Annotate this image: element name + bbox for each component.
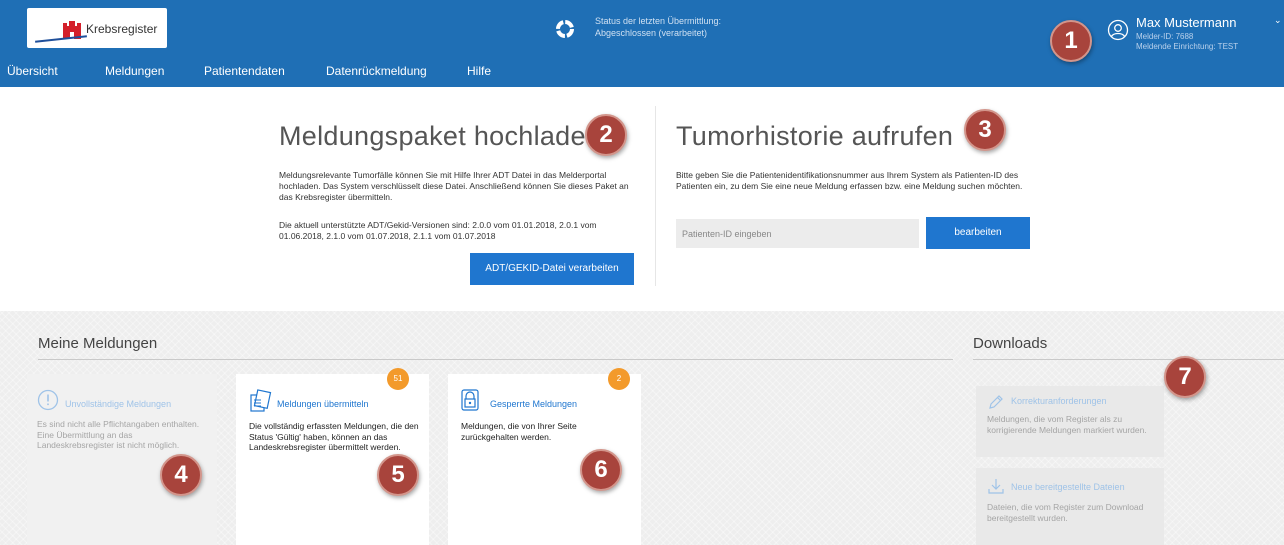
- patient-id-input[interactable]: [676, 219, 919, 248]
- nav-datenrueckmeldung[interactable]: Datenrückmeldung: [326, 64, 427, 78]
- correction-requests-title: Korrekturanforderungen: [1011, 396, 1107, 406]
- user-name: Max Mustermann: [1136, 15, 1237, 30]
- locked-count-badge: 2: [608, 368, 630, 390]
- card-incomplete-title: Unvollständige Meldungen: [65, 399, 172, 409]
- melder-id: Melder-ID: 7688: [1136, 32, 1194, 41]
- card-transmit-text: Die vollständig erfassten Meldungen, die…: [249, 421, 419, 452]
- nav-hilfe[interactable]: Hilfe: [467, 64, 491, 78]
- callout-badge-4: 4: [160, 454, 202, 496]
- card-transmit-title: Meldungen übermitteln: [277, 399, 369, 409]
- logo[interactable]: Krebsregister: [27, 8, 167, 48]
- tumor-history-description: Bitte geben Sie die Patientenidentifikat…: [676, 170, 1023, 191]
- nav-meldungen[interactable]: Meldungen: [105, 64, 164, 78]
- callout-badge-7: 7: [1164, 356, 1206, 398]
- downloads-title: Downloads: [973, 335, 1048, 352]
- status-label: Status der letzten Übermittlung:: [595, 16, 722, 26]
- nav-uebersicht[interactable]: Übersicht: [7, 64, 58, 78]
- card-new-files[interactable]: Neue bereitgestellte Dateien Dateien, di…: [976, 468, 1164, 545]
- upload-title: Meldungspaket hochladen: [279, 121, 602, 151]
- callout-badge-5: 5: [377, 454, 419, 496]
- callout-badge-3: 3: [964, 109, 1006, 151]
- lock-icon: [461, 389, 479, 411]
- correction-requests-text: Meldungen, die vom Register als zu korri…: [987, 414, 1147, 435]
- user-menu[interactable]: Max Mustermann Melder-ID: 7688 Meldende …: [1107, 13, 1284, 63]
- pencil-icon: [989, 395, 1003, 409]
- edit-button[interactable]: bearbeiten: [926, 217, 1030, 249]
- exclamation-circle-icon: [37, 389, 59, 411]
- upload-description: Meldungsrelevante Tumorfälle können Sie …: [279, 170, 629, 202]
- sync-status-icon: [556, 20, 574, 38]
- downloads-underline: [973, 359, 1284, 360]
- nav-patientendaten[interactable]: Patientendaten: [204, 64, 285, 78]
- my-reports-title: Meine Meldungen: [38, 335, 158, 352]
- section-divider: [655, 106, 656, 286]
- chevron-down-icon[interactable]: ⌄: [1274, 15, 1282, 26]
- lower-section: Meine Meldungen Downloads Unvollständige…: [0, 311, 1284, 545]
- transmit-count-badge: 51: [387, 368, 409, 390]
- download-icon: [988, 479, 1004, 494]
- card-locked-text: Meldungen, die von Ihrer Seite zurückgeh…: [461, 421, 577, 442]
- documents-icon: [250, 389, 272, 412]
- new-files-title: Neue bereitgestellte Dateien: [1011, 482, 1125, 492]
- tumor-history-title: Tumorhistorie aufrufen: [676, 121, 954, 151]
- callout-badge-6: 6: [580, 449, 622, 491]
- card-correction-requests[interactable]: Korrekturanforderungen Meldungen, die vo…: [976, 386, 1164, 457]
- logo-text: Krebsregister: [86, 22, 158, 36]
- callout-badge-1: 1: [1050, 20, 1092, 62]
- transmission-status: Status der letzten Übermittlung: Abgesch…: [555, 14, 815, 48]
- card-locked-title: Gesperrte Meldungen: [490, 399, 578, 409]
- process-adt-file-button[interactable]: ADT/GEKID-Datei verarbeiten: [470, 253, 634, 285]
- my-reports-underline: [38, 359, 953, 360]
- user-avatar-icon: [1107, 19, 1129, 41]
- new-files-text: Dateien, die vom Register zum Download b…: [987, 502, 1144, 523]
- supported-versions: Die aktuell unterstützte ADT/Gekid-Versi…: [279, 220, 597, 241]
- reporting-facility: Meldende Einrichtung: TEST: [1136, 42, 1239, 51]
- callout-badge-2: 2: [585, 114, 627, 156]
- card-incomplete-text: Es sind nicht alle Pflichtangaben enthal…: [37, 419, 200, 450]
- status-value: Abgeschlossen (verarbeitet): [595, 28, 708, 38]
